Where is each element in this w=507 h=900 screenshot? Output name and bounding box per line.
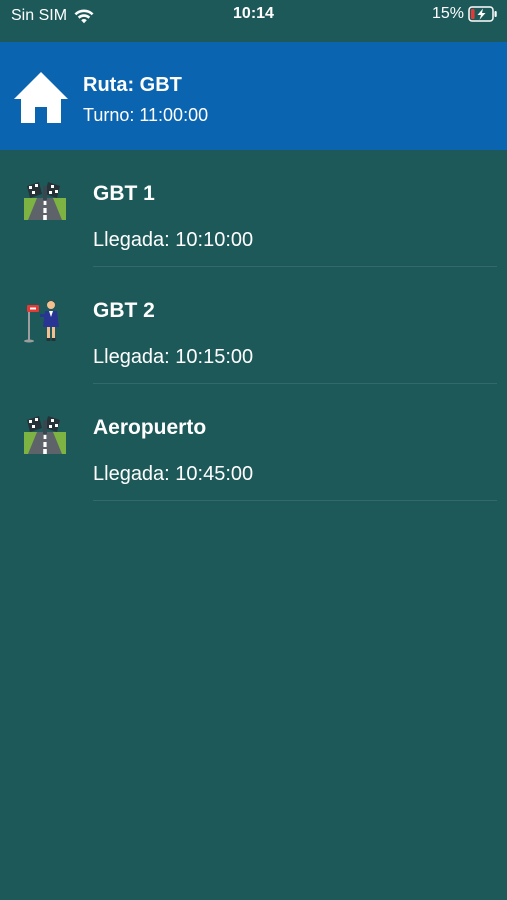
home-icon[interactable] — [13, 69, 69, 125]
route-header: Ruta: GBT Turno: 11:00:00 — [0, 42, 507, 150]
status-time: 10:14 — [233, 5, 274, 22]
stop-list: GBT 1 Llegada: 10:10:00 GBT 2 Llegada: 1… — [0, 150, 507, 501]
app-screen: Sin SIM 10:14 15% Ruta: GBT Turno: 11:00… — [0, 0, 507, 900]
status-bar: Sin SIM 10:14 15% — [0, 0, 507, 42]
battery-percentage: 15% — [431, 5, 464, 22]
stop-arrival-time: Llegada: 10:15:00 — [93, 346, 254, 368]
battery-charging-icon — [468, 6, 497, 22]
stop-arrival-time: Llegada: 10:45:00 — [93, 463, 254, 485]
list-item[interactable]: GBT 2 Llegada: 10:15:00 — [0, 267, 507, 384]
route-title: Ruta: GBT — [83, 74, 182, 96]
stop-arrival-time: Llegada: 10:10:00 — [93, 229, 254, 251]
bus-stop-person-icon — [24, 300, 59, 343]
road-icon — [24, 416, 66, 454]
stop-name: GBT 2 — [93, 299, 155, 322]
divider — [93, 500, 497, 501]
road-icon — [24, 182, 66, 220]
list-item[interactable]: GBT 1 Llegada: 10:10:00 — [0, 150, 507, 267]
shift-time: Turno: 11:00:00 — [83, 105, 209, 125]
list-item[interactable]: Aeropuerto Llegada: 10:45:00 — [0, 384, 507, 501]
status-right: 15% — [432, 5, 498, 23]
stop-name: Aeropuerto — [93, 416, 207, 439]
stop-name: GBT 1 — [93, 182, 155, 205]
